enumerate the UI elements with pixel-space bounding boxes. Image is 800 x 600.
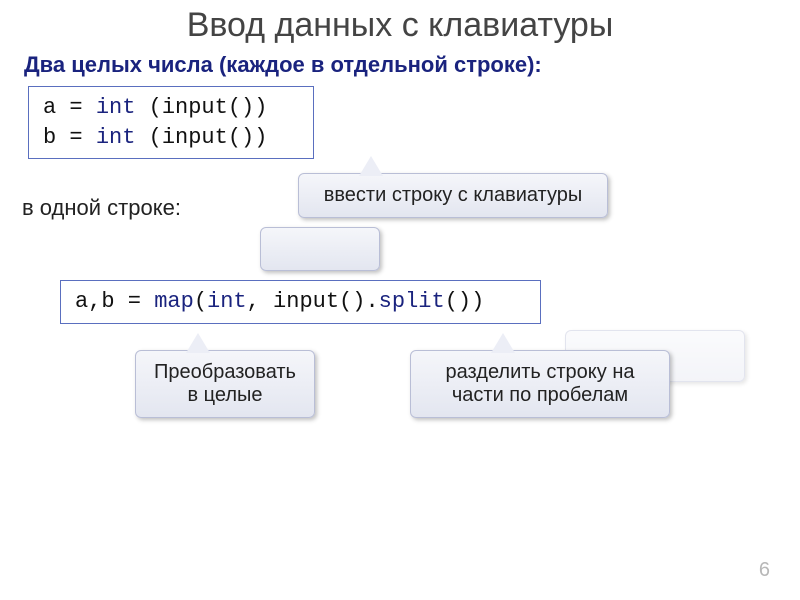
inline-label: в одной строке: [22, 195, 181, 221]
code-block-one-line: a,b = map(int, input().split()) [60, 280, 541, 324]
callout-empty [260, 227, 380, 271]
keyword-int: int [96, 125, 136, 150]
code-text: ()) [445, 289, 485, 314]
keyword-int: int [207, 289, 247, 314]
code-line-1: a = int (input()) [43, 93, 303, 123]
slide: Ввод данных с клавиатуры Два целых числа… [0, 0, 800, 600]
callout-input-string: ввести строку с клавиатуры [298, 173, 608, 218]
code-text: , input(). [247, 289, 379, 314]
code-line-2: b = int (input()) [43, 123, 303, 153]
slide-title: Ввод данных с клавиатуры [0, 6, 800, 45]
code-text: a = [43, 95, 96, 120]
code-text: a,b = [75, 289, 154, 314]
code-text: b = [43, 125, 96, 150]
slide-subtitle: Два целых числа (каждое в отдельной стро… [24, 52, 542, 78]
code-block-two-lines: a = int (input()) b = int (input()) [28, 86, 314, 159]
code-text: (input()) [135, 95, 267, 120]
code-text: (input()) [135, 125, 267, 150]
page-number: 6 [759, 559, 770, 582]
keyword-map: map [154, 289, 194, 314]
callout-split-by-space: разделить строку на части по пробелам [410, 350, 670, 418]
keyword-int: int [96, 95, 136, 120]
code-text: ( [194, 289, 207, 314]
keyword-split: split [379, 289, 445, 314]
callout-convert-to-int: Преобразовать в целые [135, 350, 315, 418]
